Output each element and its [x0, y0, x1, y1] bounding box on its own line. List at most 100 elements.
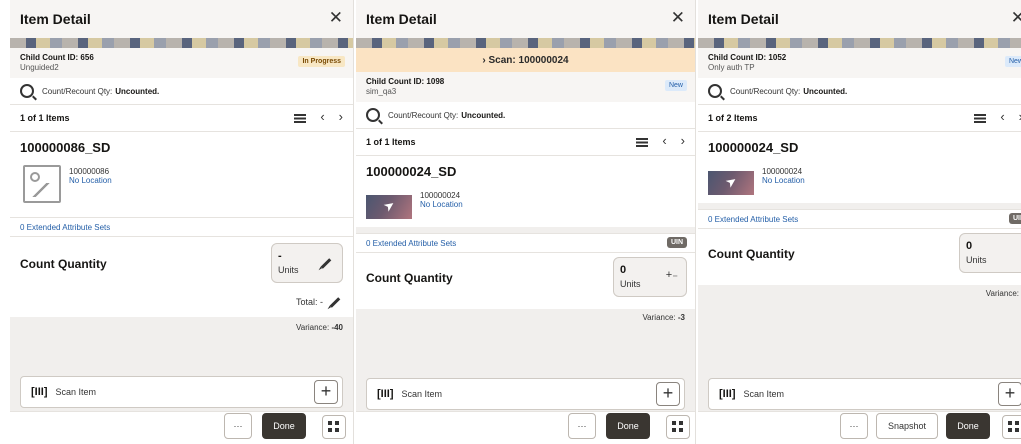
close-icon[interactable]: ✕: [329, 8, 343, 28]
item-thumb-row: 100000086 No Location: [20, 165, 343, 209]
item-location-link[interactable]: No Location: [69, 176, 112, 185]
total-label: Total: -: [295, 297, 323, 307]
footer-bar: ··· Done: [356, 411, 695, 444]
items-nav-row: 1 of 1 Items ‹ ›: [356, 129, 695, 156]
quantity-box[interactable]: 0 Units +₋: [613, 257, 687, 297]
item-code: 100000024: [762, 167, 803, 176]
done-button[interactable]: Done: [606, 413, 650, 439]
done-button[interactable]: Done: [262, 413, 306, 439]
chevron-left-icon[interactable]: ‹: [1000, 109, 1004, 124]
item-thumb-row: 100000024 No Location: [708, 165, 1011, 195]
done-button[interactable]: Done: [946, 413, 990, 439]
search-row[interactable]: Count/Recount Qty: Uncounted.: [10, 78, 353, 105]
more-options-button[interactable]: ···: [568, 413, 596, 439]
quantity-unit: Units: [966, 255, 987, 265]
list-icon[interactable]: [294, 114, 307, 123]
items-count: 1 of 2 Items: [708, 113, 758, 123]
child-count-info: Child Count ID: 1052 Only auth TP New: [698, 48, 1021, 78]
scan-result-banner[interactable]: › Scan: 100000024: [356, 48, 695, 72]
quantity-value: -: [278, 250, 282, 262]
item-location-link[interactable]: No Location: [762, 176, 805, 185]
status-badge: New: [664, 80, 687, 91]
search-label: Count/Recount Qty:: [730, 86, 801, 96]
footer-bar: ··· Done: [10, 411, 353, 444]
footer-bar: ··· Snapshot Done: [698, 411, 1021, 444]
add-button[interactable]: +: [998, 382, 1021, 406]
scan-item-field[interactable]: [III] Scan Item +: [708, 378, 1021, 410]
search-row[interactable]: Count/Recount Qty: Uncounted.: [356, 102, 695, 129]
item-nav: ‹ ›: [294, 109, 343, 124]
item-block: 100000024_SD 100000024 No Location: [356, 156, 695, 227]
search-label: Count/Recount Qty:: [42, 86, 113, 96]
more-options-button[interactable]: ···: [840, 413, 868, 439]
close-icon[interactable]: ✕: [671, 8, 685, 28]
child-count-subtitle: Only auth TP: [708, 63, 755, 72]
decorative-banner: [698, 38, 1021, 48]
extended-attributes-link[interactable]: 0 Extended Attribute Sets: [10, 217, 353, 237]
close-icon[interactable]: ✕: [1011, 8, 1021, 28]
panel-title: Item Detail: [366, 11, 437, 27]
chevron-left-icon[interactable]: ‹: [320, 109, 324, 124]
item-block: 100000024_SD 100000024 No Location: [698, 132, 1021, 203]
scan-item-field[interactable]: [III] Scan Item +: [20, 376, 343, 408]
quantity-box[interactable]: 0 Units: [959, 233, 1021, 273]
status-badge: In Progress: [298, 56, 345, 67]
add-button[interactable]: +: [656, 382, 680, 406]
variance-value: -40: [331, 323, 343, 332]
item-name: 100000024_SD: [366, 164, 457, 179]
quantity-value: 0: [966, 240, 973, 252]
count-quantity-label: Count Quantity: [366, 271, 453, 285]
item-detail-panel-1: Item Detail ✕ Child Count ID: 656 Unguid…: [10, 0, 354, 444]
panel-header: Item Detail ✕: [10, 0, 353, 38]
list-icon[interactable]: [974, 114, 987, 123]
panel-header: Item Detail ✕: [356, 0, 695, 38]
chevron-right-icon[interactable]: ›: [339, 109, 343, 124]
search-label: Count/Recount Qty:: [388, 110, 459, 120]
grid-icon[interactable]: [1002, 415, 1021, 439]
barcode-scan-icon: [III]: [377, 388, 394, 400]
scan-item-label: Scan Item: [401, 389, 443, 399]
child-count-info: Child Count ID: 1098 sim_qa3 New: [356, 72, 695, 102]
item-location-link[interactable]: No Location: [420, 200, 463, 209]
uin-badge: UIN: [666, 237, 687, 248]
quantity-box[interactable]: - Units: [271, 243, 343, 283]
snapshot-button[interactable]: Snapshot: [876, 413, 938, 439]
count-quantity-label: Count Quantity: [708, 247, 795, 261]
extended-attributes-link: 0 Extended Attribute Sets UIN: [698, 209, 1021, 229]
pencil-icon[interactable]: [320, 258, 332, 269]
extended-attributes-link: 0 Extended Attribute Sets UIN: [356, 233, 695, 253]
count-block: Count Quantity 0 Units +₋: [356, 253, 695, 309]
chevron-right-icon[interactable]: ›: [681, 133, 685, 148]
plus-minus-icon[interactable]: +₋: [666, 268, 678, 281]
add-button[interactable]: +: [314, 380, 338, 404]
extended-attributes-text[interactable]: 0 Extended Attribute Sets: [708, 215, 798, 224]
item-name: 100000024_SD: [708, 140, 799, 155]
grid-icon[interactable]: [666, 415, 690, 439]
panel-header: Item Detail ✕: [698, 0, 1021, 38]
pencil-icon[interactable]: [329, 297, 341, 308]
panel-title: Item Detail: [708, 11, 779, 27]
variance-value: -3: [677, 313, 685, 322]
count-quantity-label: Count Quantity: [20, 257, 107, 271]
more-options-button[interactable]: ···: [224, 413, 252, 439]
item-name: 100000086_SD: [20, 140, 111, 155]
list-icon[interactable]: [636, 138, 649, 147]
scan-item-label: Scan Item: [55, 387, 97, 397]
variance: Variance:: [698, 289, 1021, 298]
extended-attributes-text[interactable]: 0 Extended Attribute Sets: [366, 239, 456, 248]
count-block: Count Quantity - Units Total: -: [10, 237, 353, 317]
search-row[interactable]: Count/Recount Qty: Uncounted.: [698, 78, 1021, 105]
quantity-value: 0: [620, 264, 627, 276]
search-icon[interactable]: [20, 84, 34, 98]
search-value: Uncounted.: [803, 86, 848, 96]
items-nav-row: 1 of 2 Items ‹ ›: [698, 105, 1021, 132]
child-count-subtitle: sim_qa3: [366, 87, 397, 96]
item-meta: 100000086 No Location: [69, 165, 112, 185]
variance: Variance: -40: [10, 323, 353, 332]
decorative-banner: [356, 38, 695, 48]
search-icon[interactable]: [708, 84, 722, 98]
scan-item-field[interactable]: [III] Scan Item +: [366, 378, 685, 410]
grid-icon[interactable]: [322, 415, 346, 439]
chevron-left-icon[interactable]: ‹: [662, 133, 666, 148]
search-icon[interactable]: [366, 108, 380, 122]
